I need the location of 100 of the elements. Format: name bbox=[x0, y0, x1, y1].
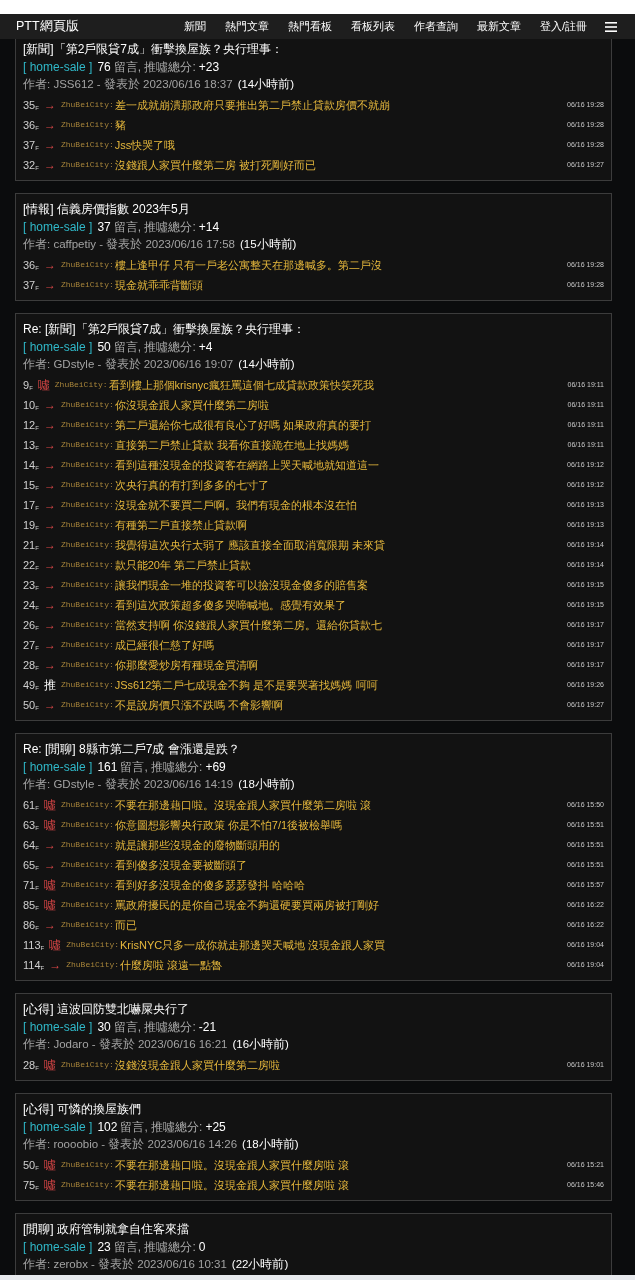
arrow-icon: → bbox=[43, 636, 56, 654]
boo-tag: 噓 bbox=[37, 376, 50, 394]
comment-text: 沒現金就不要買二戶啊。我們有現金的根本沒在怕 bbox=[114, 497, 357, 513]
post-title[interactable]: Re: [閒聊] 8縣市第二戶7成 會漲還是跌？ bbox=[23, 742, 604, 757]
arrow-icon: → bbox=[43, 436, 56, 454]
floor-number: 49$_{F}$ bbox=[23, 677, 39, 694]
score-value: -21 bbox=[198, 1019, 217, 1036]
menu-icon[interactable] bbox=[605, 21, 617, 32]
boo-tag: 噓 bbox=[43, 876, 56, 894]
push-tag: 推 bbox=[43, 676, 56, 694]
floor-number: 28$_{F}$ bbox=[23, 657, 39, 674]
comment-count: 23 bbox=[97, 1239, 111, 1256]
floor-number: 61$_{F}$ bbox=[23, 797, 39, 814]
board-link[interactable]: [ home-sale ] bbox=[23, 219, 93, 236]
comment-text: 你意圖想影響央行政策 你是不怕7/1後被檢舉嗎 bbox=[114, 817, 343, 833]
username: ZhuBeiCity: bbox=[60, 519, 114, 531]
comment-text: 沒錢跟人家買什麼第二房 被打死剛好而已 bbox=[114, 157, 316, 173]
floor-number: 113$_{F}$ bbox=[23, 937, 45, 954]
post-title[interactable]: [心得] 這波回防雙北嚇屎央行了 bbox=[23, 1002, 604, 1017]
board-link[interactable]: [ home-sale ] bbox=[23, 59, 93, 76]
nav-link[interactable]: 熱門文章 bbox=[224, 18, 269, 35]
arrow-icon: → bbox=[43, 536, 56, 554]
nav-link[interactable]: 最新文章 bbox=[476, 18, 521, 35]
comment-text: 不要在那邊藉口啦。沒現金跟人家買什麼房啦 滾 bbox=[114, 1177, 349, 1193]
nav-link[interactable]: 新聞 bbox=[183, 18, 206, 35]
username: ZhuBeiCity: bbox=[60, 439, 114, 451]
board-link[interactable]: [ home-sale ] bbox=[23, 1119, 93, 1136]
username: ZhuBeiCity: bbox=[60, 259, 114, 271]
floor-number: 14$_{F}$ bbox=[23, 457, 39, 474]
floor-number: 19$_{F}$ bbox=[23, 517, 39, 534]
floor-number: 26$_{F}$ bbox=[23, 617, 39, 634]
comment-text: KrisNYC只多一成你就走那邊哭天喊地 沒現金跟人家買 bbox=[120, 937, 386, 953]
floor-number: 22$_{F}$ bbox=[23, 557, 39, 574]
boo-tag: 噓 bbox=[49, 936, 62, 954]
nav-link[interactable]: 作者查詢 bbox=[413, 18, 458, 35]
comment-count: 76 bbox=[97, 59, 111, 76]
comment-text: JSs612第二戶七成現金不夠 是不是要哭著找媽媽 呵呵 bbox=[114, 677, 378, 693]
board-link[interactable]: [ home-sale ] bbox=[23, 339, 93, 356]
comment-text: 次央行真的有打到多多的七寸了 bbox=[114, 477, 269, 493]
comment-text: 不是說房價只漲不跌嗎 不會影響啊 bbox=[114, 697, 283, 713]
post-title[interactable]: [閒聊] 政府管制就拿自住客來擋 bbox=[23, 1222, 604, 1237]
arrow-icon: → bbox=[43, 116, 56, 134]
arrow-icon: → bbox=[43, 136, 56, 154]
arrow-icon: → bbox=[43, 836, 56, 854]
post-title[interactable]: [情報] 信義房價指數 2023年5月 bbox=[23, 202, 604, 217]
floor-number: 28$_{F}$ bbox=[23, 1057, 39, 1074]
post-title[interactable]: Re: [新聞]「第2戶限貸7成」衝擊換屋族？央行理事： bbox=[23, 322, 604, 337]
time-ago: (15小時前) bbox=[239, 237, 297, 252]
floor-number: 36$_{F}$ bbox=[23, 117, 39, 134]
username: ZhuBeiCity: bbox=[60, 659, 114, 671]
floor-number: 17$_{F}$ bbox=[23, 497, 39, 514]
stats-label: 留言, 推噓總分: bbox=[120, 759, 203, 776]
stats-label: 留言, 推噓總分: bbox=[120, 1119, 203, 1136]
comment-text: 罵政府擾民的是你自己現金不夠還硬要買兩房被打剛好 bbox=[114, 897, 379, 913]
arrow-icon: → bbox=[43, 476, 56, 494]
username: ZhuBeiCity: bbox=[60, 819, 114, 831]
arrow-icon: → bbox=[43, 556, 56, 574]
floor-number: 50$_{F}$ bbox=[23, 1157, 39, 1174]
stats-label: 留言, 推噓總分: bbox=[113, 59, 196, 76]
stats-label: 留言, 推噓總分: bbox=[113, 339, 196, 356]
board-link[interactable]: [ home-sale ] bbox=[23, 759, 93, 776]
post-title[interactable]: [新聞]「第2戶限貸7成」衝擊換屋族？央行理事： bbox=[23, 42, 604, 57]
author-line: 作者: GDstyle - 發表於 2023/06/16 19:07 bbox=[23, 357, 234, 372]
comment-text: 而已 bbox=[114, 917, 137, 933]
username: ZhuBeiCity: bbox=[60, 899, 114, 911]
comment-text: 看到這次政策超多傻多哭啼喊地。感覺有效果了 bbox=[114, 597, 346, 613]
comment-text: 直接第二戶禁止貸款 我看你直接跪在地上找媽媽 bbox=[114, 437, 349, 453]
comment-text: 差一成就崩潰那政府只要推出第二戶禁止貸款房價不就崩 bbox=[114, 97, 390, 113]
comment-text: 什麼房啦 滾遠一點魯 bbox=[120, 957, 223, 973]
nav-link[interactable]: 登入/註冊 bbox=[539, 18, 587, 35]
comment-count: 30 bbox=[97, 1019, 111, 1036]
time-ago: (16小時前) bbox=[232, 1037, 289, 1052]
board-link[interactable]: [ home-sale ] bbox=[23, 1019, 93, 1036]
nav-link[interactable]: 看板列表 bbox=[350, 18, 395, 35]
comment-text: 成已經很仁慈了好嗎 bbox=[114, 637, 214, 653]
post-title[interactable]: [心得] 可憐的換屋族們 bbox=[23, 1102, 604, 1117]
floor-number: 24$_{F}$ bbox=[23, 597, 39, 614]
arrow-icon: → bbox=[43, 96, 56, 114]
comment-text: 看到這種沒現金的投資客在網路上哭天喊地就知道這一 bbox=[114, 457, 379, 473]
score-value: 0 bbox=[198, 1239, 206, 1256]
boo-tag: 噓 bbox=[43, 896, 56, 914]
floor-number: 65$_{F}$ bbox=[23, 857, 39, 874]
time-ago: (18小時前) bbox=[238, 777, 295, 792]
username: ZhuBeiCity: bbox=[60, 919, 114, 931]
username: ZhuBeiCity: bbox=[60, 279, 114, 291]
username: ZhuBeiCity: bbox=[60, 1179, 114, 1191]
floor-number: 10$_{F}$ bbox=[23, 397, 39, 414]
username: ZhuBeiCity: bbox=[60, 119, 114, 131]
username: ZhuBeiCity: bbox=[60, 139, 114, 151]
nav-link[interactable]: 熱門看板 bbox=[287, 18, 332, 35]
site-brand-link[interactable]: PTT網頁版 bbox=[16, 17, 79, 36]
arrow-icon: → bbox=[43, 496, 56, 514]
comment-text: 沒錢沒現金跟人家買什麼第二房啦 bbox=[114, 1057, 280, 1073]
board-link[interactable]: [ home-sale ] bbox=[23, 1239, 93, 1256]
username: ZhuBeiCity: bbox=[60, 679, 114, 691]
username: ZhuBeiCity: bbox=[60, 1159, 114, 1171]
username: ZhuBeiCity: bbox=[60, 419, 114, 431]
comment-text: 看到傻多沒現金要被斷頭了 bbox=[114, 857, 247, 873]
floor-number: 86$_{F}$ bbox=[23, 917, 39, 934]
comment-text: 你沒現金跟人家買什麼第二房啦 bbox=[114, 397, 269, 413]
